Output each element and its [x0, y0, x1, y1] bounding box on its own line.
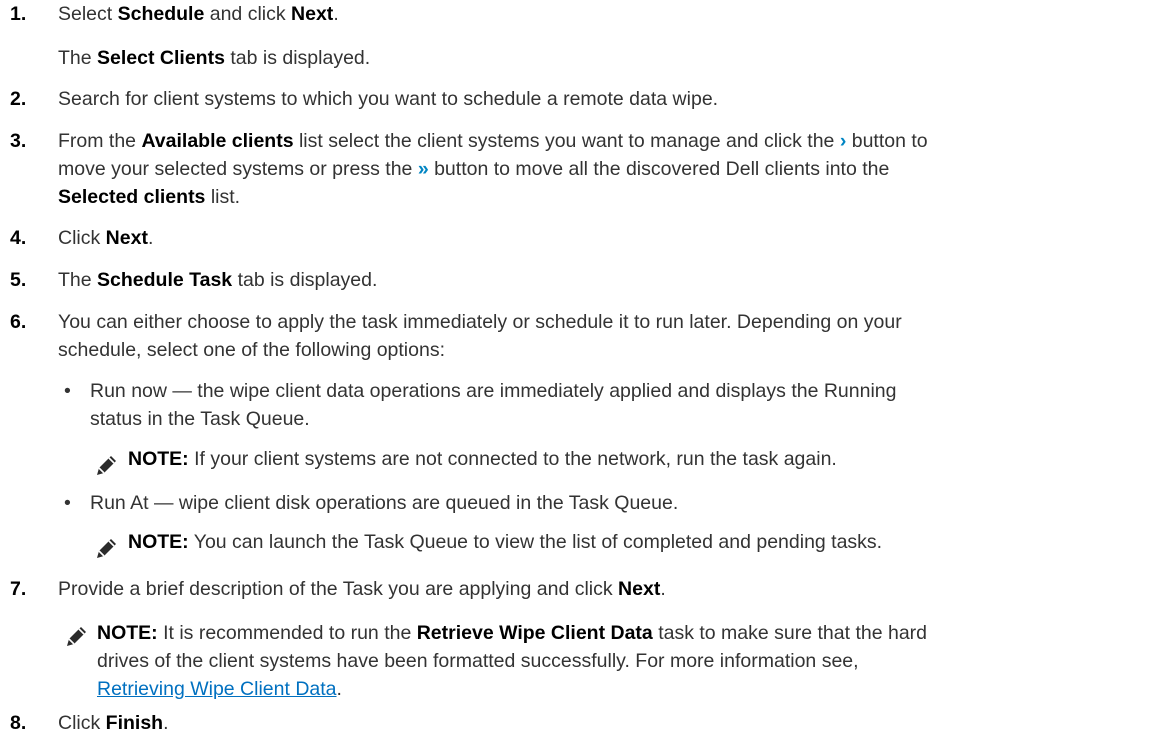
step-number: 4. [10, 227, 27, 249]
note-label: NOTE: [97, 622, 158, 644]
bold-text: Finish [105, 712, 164, 734]
bold-text: Schedule [117, 3, 205, 25]
text: tab is displayed. [232, 269, 378, 291]
text: button to [846, 130, 928, 152]
text: and click [204, 3, 292, 25]
step-3-line-2: move your selected systems or press the … [58, 155, 889, 183]
option-run-at-line-1: Run At — wipe client disk operations are… [90, 492, 679, 514]
step-number: 8. [10, 712, 27, 734]
note-3-line-1: NOTE: It is recommended to run the Retri… [97, 619, 927, 647]
double-chevron-right-icon: » [417, 158, 429, 180]
bullet: • [64, 380, 71, 402]
step-6-line-2: schedule, select one of the following op… [58, 339, 446, 361]
text: Select [58, 3, 118, 25]
pencil-note-icon [95, 453, 119, 477]
pencil-note-icon [65, 624, 89, 648]
text: . [660, 578, 666, 600]
text: button to move all the discovered Dell c… [428, 158, 890, 180]
text: The [58, 47, 98, 69]
step-number: 5. [10, 269, 27, 291]
bullet: • [64, 492, 71, 514]
text: Click [58, 712, 106, 734]
step-2-text: Search for client systems to which you w… [58, 88, 719, 110]
note-1: NOTE: If your client systems are not con… [128, 445, 837, 473]
step-4-text: Click Next. [58, 224, 1148, 252]
step-7-text: Provide a brief description of the Task … [58, 575, 1148, 603]
text: Click [58, 227, 106, 249]
option-run-now-line-1: Run now — the wipe client data operation… [90, 380, 897, 402]
note-label: NOTE: [128, 531, 189, 553]
step-1-result: The Select Clients tab is displayed. [58, 44, 1148, 72]
text: tab is displayed. [224, 47, 371, 69]
bold-text: Selected clients [58, 186, 206, 208]
text: . [333, 3, 339, 25]
note-3-line-3: Retrieving Wipe Client Data. [97, 675, 342, 703]
step-6-line-1: You can either choose to apply the task … [58, 311, 902, 333]
text: The [58, 269, 98, 291]
text: Provide a brief description of the Task … [58, 578, 619, 600]
step-5-text: The Schedule Task tab is displayed. [58, 266, 1148, 294]
bold-text: Available clients [141, 130, 294, 152]
step-8-text: Click Finish. [58, 709, 1148, 737]
text: . [163, 712, 169, 734]
retrieving-wipe-client-data-link[interactable]: Retrieving Wipe Client Data [97, 678, 337, 700]
step-number: 1. [10, 3, 27, 25]
step-number: 2. [10, 88, 27, 110]
text: list select the client systems you want … [293, 130, 840, 152]
text: list. [205, 186, 241, 208]
text: . [336, 678, 342, 700]
note-text: You can launch the Task Queue to view th… [188, 531, 883, 553]
step-1-text: Select Schedule and click Next. [58, 0, 1148, 28]
note-text: If your client systems are not connected… [188, 448, 837, 470]
note-text: task to make sure that the hard [652, 622, 928, 644]
step-3-line-3: Selected clients list. [58, 183, 240, 211]
note-2: NOTE: You can launch the Task Queue to v… [128, 528, 882, 556]
pencil-note-icon [95, 536, 119, 560]
text: . [147, 227, 154, 249]
note-text: It is recommended to run the [157, 622, 417, 644]
step-number: 3. [10, 130, 27, 152]
bold-text: Schedule Task [97, 269, 233, 291]
bold-text: Retrieve Wipe Client Data [416, 622, 653, 644]
text: From the [58, 130, 142, 152]
bold-text: Select Clients [97, 47, 225, 69]
bold-text: Next [291, 3, 334, 25]
bold-text: Next [105, 227, 148, 249]
step-number: 7. [10, 578, 27, 600]
note-label: NOTE: [128, 448, 189, 470]
text: move your selected systems or press the [58, 158, 418, 180]
document-page: 1. Select Schedule and click Next. The S… [0, 0, 1163, 737]
option-run-now-line-2: status in the Task Queue. [90, 408, 310, 430]
note-3-line-2: drives of the client systems have been f… [97, 650, 859, 672]
bold-text: Next [618, 578, 661, 600]
step-number: 6. [10, 311, 27, 333]
step-3-line-1: From the Available clients list select t… [58, 127, 928, 155]
